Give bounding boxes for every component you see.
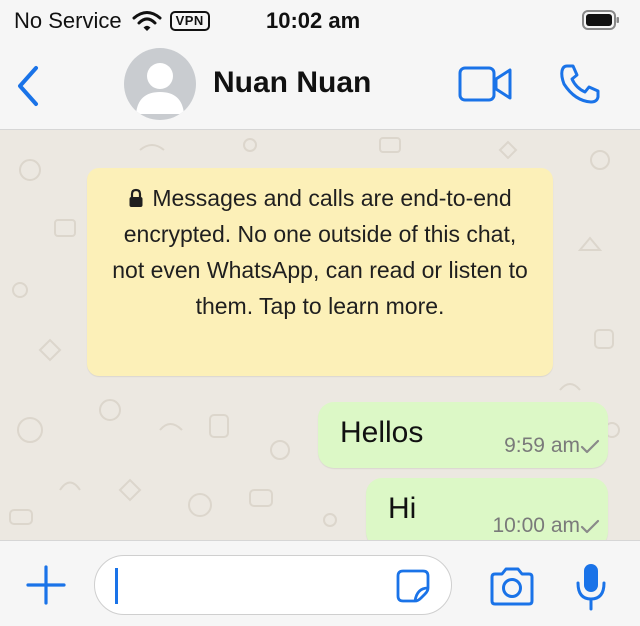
microphone-icon[interactable] [574, 561, 608, 613]
camera-icon[interactable] [488, 567, 536, 607]
message-time: 9:59 am [504, 434, 580, 457]
status-time: 10:02 am [266, 8, 361, 33]
message-text: Hi [388, 492, 417, 525]
vpn-badge: VPN [169, 11, 210, 31]
back-chevron-icon[interactable] [14, 64, 44, 108]
status-left: No Service VPN [14, 8, 210, 34]
message-time: 10:00 am [492, 514, 580, 537]
encryption-notice[interactable]: Messages and calls are end-to-end encryp… [87, 168, 553, 376]
message-bubble[interactable]: Hi 10:00 am [366, 478, 608, 540]
message-bubble[interactable]: Hellos 9:59 am [318, 402, 608, 468]
single-check-icon [580, 518, 600, 536]
sticker-icon[interactable] [395, 568, 431, 604]
phone-icon[interactable] [558, 62, 602, 106]
message-input[interactable] [94, 555, 452, 615]
wifi-icon [132, 10, 162, 32]
battery-icon [582, 10, 620, 30]
chat-area[interactable]: Messages and calls are end-to-end encryp… [0, 130, 640, 540]
status-bar: No Service VPN 10:02 am [0, 0, 640, 40]
lock-icon [128, 182, 144, 207]
single-check-icon [580, 438, 600, 456]
chat-header: Nuan Nuan [0, 40, 640, 130]
encryption-notice-text: Messages and calls are end-to-end encryp… [112, 185, 528, 319]
avatar[interactable] [124, 48, 196, 120]
text-caret [115, 568, 118, 604]
video-camera-icon[interactable] [458, 66, 512, 102]
plus-icon[interactable] [24, 563, 68, 607]
message-text: Hellos [340, 416, 424, 449]
carrier-label: No Service [14, 8, 122, 33]
input-bar [0, 540, 640, 626]
avatar-placeholder-icon [136, 63, 184, 114]
contact-name[interactable]: Nuan Nuan [213, 66, 371, 100]
